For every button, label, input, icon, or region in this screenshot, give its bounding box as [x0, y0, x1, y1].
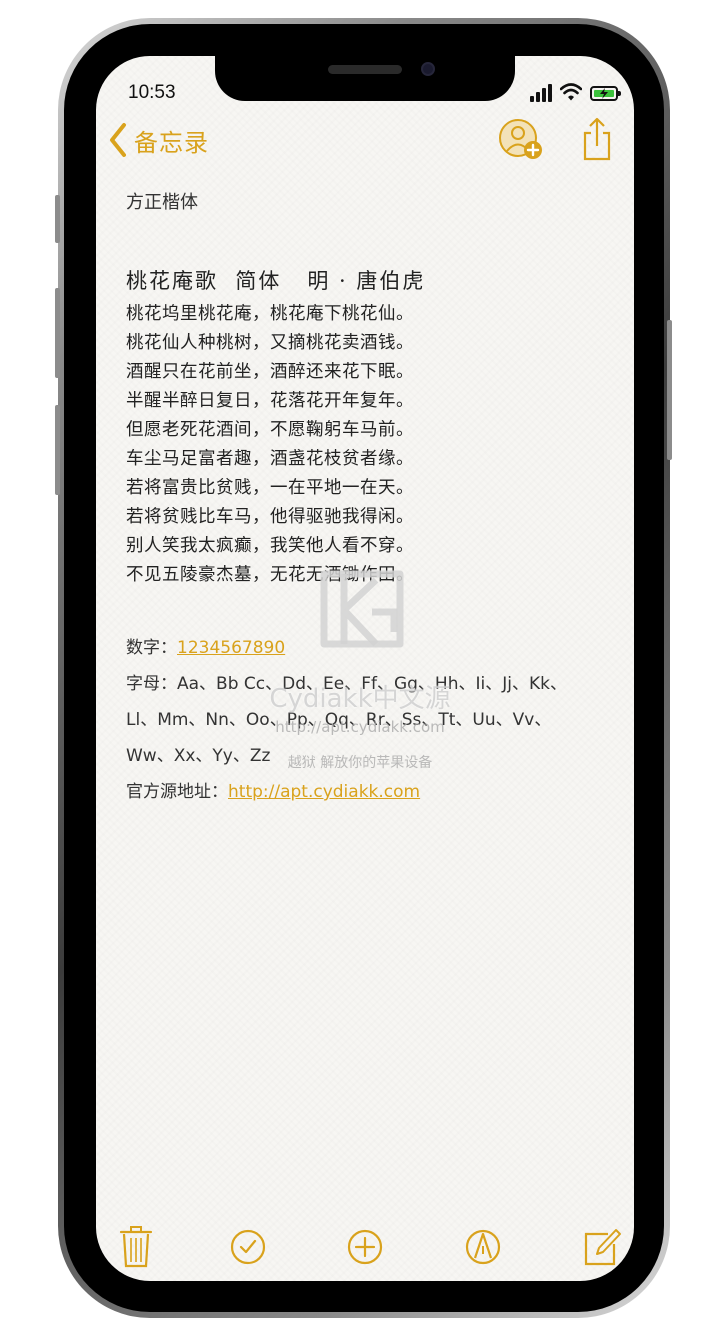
- letters-row: 字母：Aa、Bb Cc、Dd、Ee、Ff、Gg、Hh、Ii、Jj、Kk、: [126, 666, 596, 702]
- poem-line: 车尘马足富者趣，酒盏花枝贫者缘。: [126, 449, 414, 469]
- back-button[interactable]: 备忘录: [106, 120, 209, 160]
- cellular-signal-icon: [530, 84, 554, 102]
- silent-switch: [55, 195, 60, 243]
- back-button-label: 备忘录: [134, 128, 209, 157]
- letters-line-1: Aa、Bb Cc、Dd、Ee、Ff、Gg、Hh、Ii、Jj、Kk、: [177, 674, 567, 694]
- poem-line: 桃花坞里桃花庵，桃花庵下桃花仙。: [126, 304, 414, 324]
- markup-pen-icon[interactable]: [461, 1224, 505, 1270]
- letters-line-2: Ll、Mm、Nn、Oo、Pp、Qq、Rr、Ss、Tt、Uu、Vv、: [126, 710, 552, 730]
- digits-link[interactable]: 1234567890: [177, 638, 285, 658]
- add-person-icon[interactable]: [498, 118, 546, 164]
- poem-line: 若将贫贱比车马，他得驱驰我得闲。: [126, 507, 414, 527]
- battery-icon: [590, 86, 621, 101]
- poem-title: 桃花庵歌 简体 明 · 唐伯虎: [126, 269, 426, 293]
- checkmark-circle-icon[interactable]: [226, 1224, 270, 1270]
- poem-line: 不见五陵豪杰墓，无花无酒锄作田。: [126, 565, 414, 585]
- speaker-grille: [328, 65, 402, 74]
- volume-down-button: [55, 405, 60, 495]
- letters-label: 字母：: [126, 674, 177, 694]
- note-body[interactable]: 方正楷体 桃花庵歌 简体 明 · 唐伯虎 桃花坞里桃花庵，桃花庵下桃花仙。 桃花…: [126, 188, 596, 810]
- digits-label: 数字：: [126, 638, 177, 658]
- status-time: 10:53: [128, 82, 176, 103]
- notch: [215, 44, 515, 101]
- power-button: [667, 320, 672, 460]
- poem-line: 酒醒只在花前坐，酒醉还来花下眠。: [126, 362, 414, 382]
- status-indicators: [530, 83, 622, 104]
- poem-line: 但愿老死花酒间，不愿鞠躬车马前。: [126, 420, 414, 440]
- volume-up-button: [55, 288, 60, 378]
- poem-line: 半醒半醉日复日，花落花开年复年。: [126, 391, 414, 411]
- poem-line: 若将富贵比贫贱，一在平地一在天。: [126, 478, 414, 498]
- font-name-line: 方正楷体: [126, 192, 198, 213]
- front-camera: [421, 62, 435, 76]
- poem-line: 桃花仙人种桃树，又摘桃花卖酒钱。: [126, 333, 414, 353]
- chevron-left-icon: [110, 123, 126, 157]
- plus-circle-icon[interactable]: [343, 1224, 387, 1270]
- poem-lines: 桃花坞里桃花庵，桃花庵下桃花仙。 桃花仙人种桃树，又摘桃花卖酒钱。 酒醒只在花前…: [126, 300, 596, 590]
- poem-line: 别人笑我太疯癫，我笑他人看不穿。: [126, 536, 414, 556]
- trash-icon[interactable]: [114, 1224, 158, 1270]
- compose-icon[interactable]: [580, 1224, 624, 1270]
- sample-info: 数字：1234567890 字母：Aa、Bb Cc、Dd、Ee、Ff、Gg、Hh…: [126, 630, 596, 810]
- wifi-icon: [560, 83, 582, 101]
- source-row: 官方源地址：http://apt.cydiakk.com: [126, 774, 596, 810]
- source-label: 官方源地址：: [126, 782, 228, 802]
- source-url-link[interactable]: http://apt.cydiakk.com: [228, 782, 420, 802]
- digits-row: 数字：1234567890: [126, 630, 596, 666]
- share-icon[interactable]: [582, 116, 612, 162]
- letters-line-3: Ww、Xx、Yy、Zz: [126, 746, 271, 766]
